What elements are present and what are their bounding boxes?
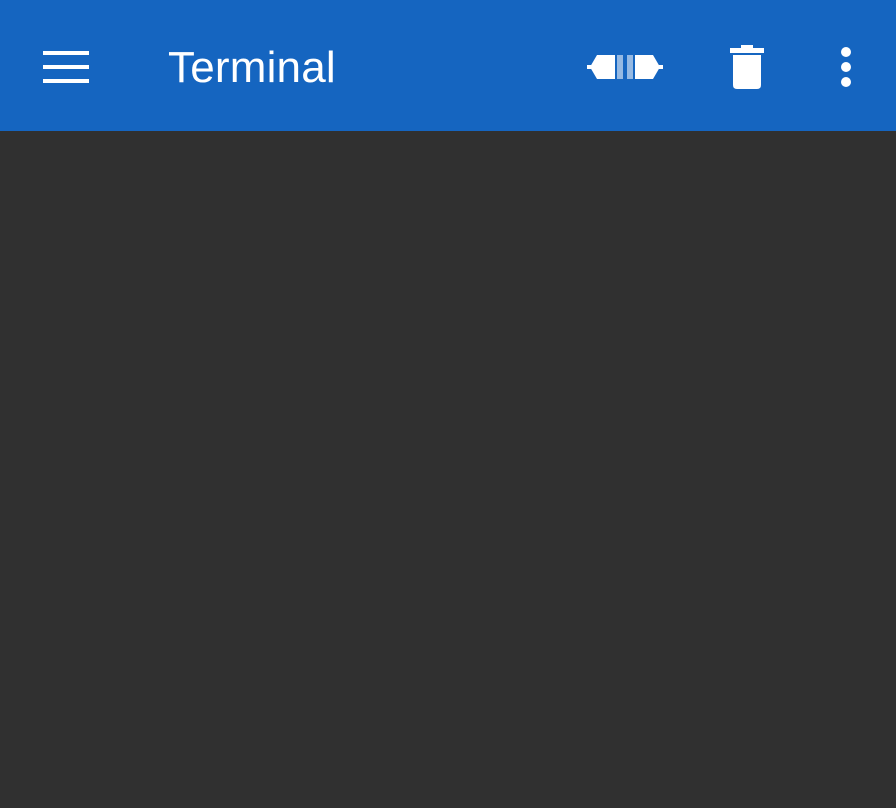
more-vertical-icon — [841, 47, 851, 87]
trash-icon — [730, 45, 764, 89]
app-toolbar: Terminal — [0, 0, 896, 131]
clear-terminal-button[interactable] — [708, 28, 786, 106]
more-options-button[interactable] — [818, 28, 874, 106]
page-title: Terminal — [168, 43, 336, 92]
menu-icon — [43, 51, 89, 83]
connect-button[interactable] — [578, 28, 672, 106]
terminal-output-area[interactable] — [0, 131, 896, 808]
menu-button[interactable] — [22, 28, 110, 106]
app-window: Terminal — [0, 0, 896, 808]
connect-plug-icon — [587, 55, 663, 79]
